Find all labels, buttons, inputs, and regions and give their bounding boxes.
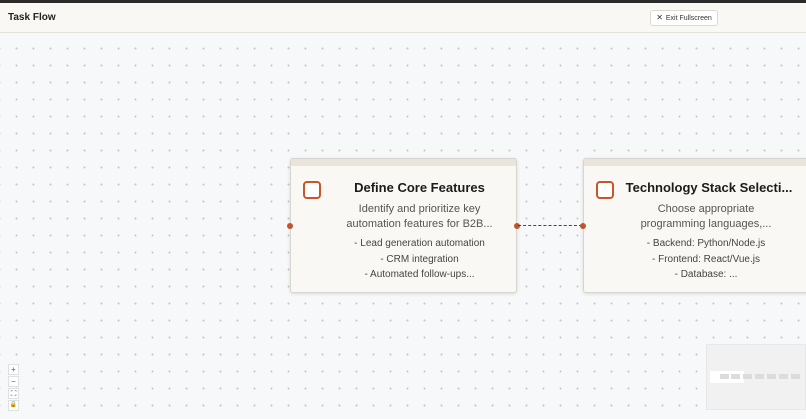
task-checkbox[interactable] — [303, 181, 321, 199]
node-description-line: Identify and prioritize key — [358, 203, 481, 215]
node-description-line: Choose appropriate — [657, 203, 755, 215]
node-title: Technology Stack Selecti... — [625, 180, 793, 195]
exit-fullscreen-label: Exit Fullscreen — [665, 14, 712, 22]
node-input-handle[interactable] — [580, 223, 586, 229]
minimap[interactable] — [706, 344, 806, 410]
task-node-technology-stack[interactable]: Technology Stack Selecti... Choose appro… — [583, 158, 806, 293]
node-bullet: - Frontend: React/Vue.js — [651, 253, 760, 265]
page-title: Task Flow — [8, 12, 56, 23]
node-header-strip — [291, 159, 516, 166]
node-description: Choose appropriate programming languages… — [624, 202, 788, 232]
node-description: Identify and prioritize key automation f… — [331, 202, 508, 232]
minimap-node — [720, 374, 729, 379]
minimap-node — [731, 374, 740, 379]
zoom-out-button[interactable]: − — [8, 376, 19, 387]
minimap-node — [767, 374, 776, 379]
exit-fullscreen-button[interactable]: ✕ Exit Fullscreen — [650, 10, 718, 26]
minimap-node — [743, 374, 752, 379]
lock-icon[interactable]: 🔒 — [8, 400, 19, 411]
task-node-define-core-features[interactable]: Define Core Features Identify and priori… — [290, 158, 517, 293]
fit-view-button[interactable]: ⛶ — [8, 388, 19, 399]
canvas-controls: + − ⛶ 🔒 — [8, 364, 19, 412]
node-title: Define Core Features — [354, 180, 485, 195]
dependency-edge — [518, 225, 582, 226]
minimap-node — [791, 374, 800, 379]
node-description-line: automation features for B2B... — [346, 218, 493, 230]
node-bullets: - Backend: Python/Node.js - Frontend: Re… — [624, 236, 788, 283]
close-icon: ✕ — [656, 13, 663, 22]
node-bullet: - Database: ... — [674, 269, 738, 280]
node-bullet: - Automated follow-ups... — [364, 269, 475, 280]
node-bullet: - Lead generation automation — [354, 238, 485, 249]
minimap-node — [755, 374, 764, 379]
node-bullet: - Backend: Python/Node.js — [646, 238, 766, 249]
node-bullet: - CRM integration — [380, 253, 459, 265]
node-output-handle[interactable] — [514, 223, 520, 229]
node-bullets: - Lead generation automation - CRM integ… — [331, 236, 508, 283]
minimap-node — [779, 374, 788, 379]
task-checkbox[interactable] — [596, 181, 614, 199]
node-input-handle[interactable] — [287, 223, 293, 229]
node-description-line: programming languages,... — [640, 218, 772, 230]
header-bar: Task Flow ✕ Exit Fullscreen — [0, 3, 806, 33]
node-header-strip — [584, 159, 806, 166]
zoom-in-button[interactable]: + — [8, 364, 19, 375]
